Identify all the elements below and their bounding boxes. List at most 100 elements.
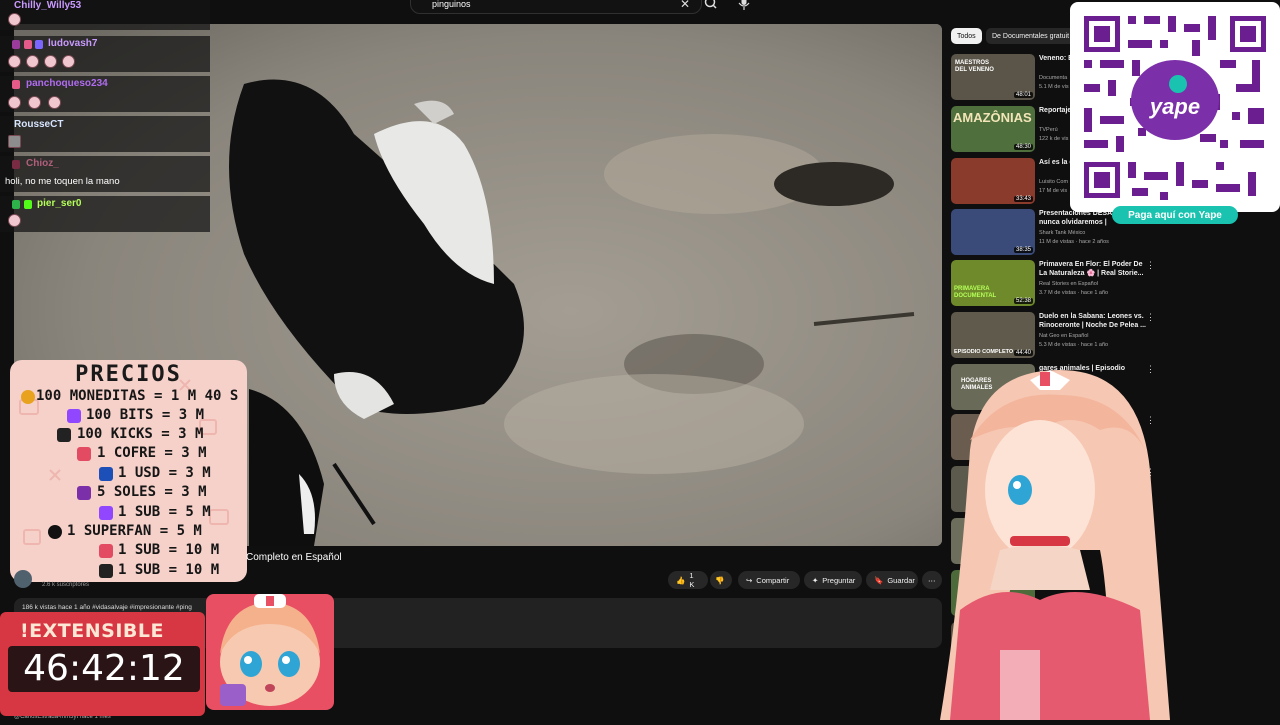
subscriber-count: 2.6 k suscriptores: [42, 582, 90, 588]
chibi-avatar: [206, 594, 334, 710]
price-row: 100 KICKS = 3 M: [77, 426, 204, 442]
badge-icon: [12, 80, 20, 89]
price-row: 1 COFRE = 3 M: [97, 445, 207, 461]
search-icon[interactable]: [702, 0, 720, 12]
video-meta: 5.3 M de vistas · hace 1 año: [1039, 342, 1109, 348]
yape-qr-card: yape: [1070, 2, 1280, 212]
badge-icon: [35, 40, 43, 49]
save-button[interactable]: 🔖 Guardar: [866, 571, 918, 589]
ask-button[interactable]: ✦ Preguntar: [804, 571, 862, 589]
coin-icon: [21, 390, 35, 404]
close-icon[interactable]: ✕: [680, 0, 690, 11]
chip-documentales[interactable]: De Documentales gratuit: [986, 28, 1076, 44]
thumbs-up-icon: 👍: [676, 575, 686, 585]
price-row: 1 SUB = 5 M: [118, 504, 211, 520]
emote-icon: [62, 55, 75, 68]
channel-name[interactable]: Real Stories en Español: [1039, 280, 1098, 288]
gift-sub-icon: [99, 544, 113, 558]
kick-icon: [57, 428, 71, 442]
video-title[interactable]: Primavera En Flor: El Poder De La Natura…: [1039, 260, 1149, 278]
badge-icon: [24, 40, 32, 49]
ask-label: Preguntar: [822, 575, 856, 585]
thumbnail-text: AMAZÔNIAS: [953, 110, 1032, 125]
timer-value: 46:42:12: [23, 648, 185, 689]
yape-icon: [77, 486, 91, 500]
thumbnail-text: MAESTROS DEL VENENO: [955, 60, 994, 73]
price-row: 100 MONEDITAS = 1 M 40 S: [36, 388, 239, 404]
emote-icon: [44, 55, 57, 68]
chat-username: panchoqueso234: [26, 78, 108, 89]
badge-icon: [12, 200, 20, 209]
bookmark-icon: 🔖: [874, 575, 884, 585]
video-duration: 48:01: [1013, 92, 1033, 98]
yape-logo: yape: [1149, 94, 1200, 119]
emote-icon: [8, 13, 21, 26]
video-thumbnail[interactable]: PRIMAVERA DOCUMENTAL 52:38: [951, 260, 1035, 306]
video-duration: 38:35: [1013, 247, 1033, 253]
more-options-icon[interactable]: ⋮: [1146, 312, 1155, 323]
video-meta: 17 M de vis: [1039, 188, 1068, 194]
yape-pay-button[interactable]: Paga aquí con Yape: [1112, 206, 1238, 224]
channel-name[interactable]: Nat Geo en Español: [1039, 332, 1089, 340]
video-thumbnail[interactable]: AMAZÔNIAS 48:30: [951, 106, 1035, 152]
channel-name[interactable]: TVPerú: [1039, 126, 1058, 134]
twitch-bits-icon: [67, 409, 81, 423]
sparkle-icon: ✦: [812, 575, 819, 585]
video-title: Completo en Español: [246, 552, 342, 563]
prices-title: PRECIOS: [75, 362, 182, 387]
badge-icon: [12, 40, 20, 49]
like-count: 1 K: [689, 571, 695, 589]
paypal-icon: [99, 467, 113, 481]
price-row: 1 SUB = 10 M: [118, 542, 220, 558]
emote-icon: [8, 214, 21, 227]
emote-icon: [48, 96, 61, 109]
video-meta: 11 M de vistas · hace 2 años: [1039, 239, 1109, 245]
price-row: 1 SUB = 10 M: [118, 562, 220, 578]
emote-icon: [26, 55, 39, 68]
video-duration: 33:43: [1013, 196, 1033, 202]
chat-username: pier_ser0: [37, 198, 82, 209]
more-button[interactable]: ⋯: [922, 571, 942, 589]
badge-icon: [24, 200, 32, 209]
thumbs-down-icon: 👎: [715, 575, 725, 585]
kick-sub-icon: [99, 564, 113, 578]
video-thumbnail[interactable]: 38:35: [951, 209, 1035, 255]
tiktok-icon: [48, 525, 62, 539]
price-row: 1 USD = 3 M: [118, 465, 211, 481]
share-button[interactable]: ↪ Compartir: [738, 571, 800, 589]
dislike-button[interactable]: 👎: [710, 571, 732, 589]
vtuber-avatar: [940, 350, 1180, 720]
video-meta: 122 k de vis: [1039, 136, 1069, 142]
microphone-icon[interactable]: [737, 0, 751, 12]
chat-username: Chilly_Willy53: [14, 0, 82, 11]
avatar[interactable]: [14, 570, 32, 588]
save-label: Guardar: [887, 575, 915, 585]
chat-message-text: holi, no me toquen la mano: [5, 176, 120, 187]
chat-username: RousseCT: [14, 119, 64, 130]
channel-name[interactable]: Shark Tank México: [1039, 229, 1085, 237]
thumbnail-text: PRIMAVERA DOCUMENTAL: [954, 286, 997, 299]
share-icon: ↪: [746, 575, 753, 585]
chat-username: Chioz_: [26, 158, 59, 169]
channel-name[interactable]: Luisito Com: [1039, 178, 1068, 186]
channel-name[interactable]: Documenta: [1039, 74, 1067, 82]
video-meta: 5.1 M de vis: [1039, 84, 1069, 90]
chat-username: ludovash7: [48, 38, 98, 49]
price-row: 100 BITS = 3 M: [86, 407, 205, 423]
chest-icon: [77, 447, 91, 461]
more-options-icon[interactable]: ⋮: [1146, 260, 1155, 271]
video-duration: 52:38: [1013, 298, 1033, 304]
video-thumbnail[interactable]: 33:43: [951, 158, 1035, 204]
video-title[interactable]: Duelo en la Sabana: Leones vs. Rinoceron…: [1039, 312, 1149, 330]
price-row: 5 SOLES = 3 M: [97, 484, 207, 500]
video-meta: 3.7 M de vistas · hace 1 año: [1039, 290, 1109, 296]
search-input[interactable]: pinguinos: [432, 0, 471, 9]
like-button[interactable]: 👍 1 K: [668, 571, 708, 589]
video-thumbnail[interactable]: MAESTROS DEL VENENO 48:01: [951, 54, 1035, 100]
description-meta: 186 k vistas hace 1 año #vidasalvaje #im…: [22, 604, 192, 611]
emote-icon: [28, 96, 41, 109]
chip-all[interactable]: Todos: [951, 28, 982, 44]
emote-icon: [8, 135, 21, 148]
qr-code: yape: [1084, 16, 1266, 200]
price-row: 1 SUPERFAN = 5 M: [67, 523, 202, 539]
